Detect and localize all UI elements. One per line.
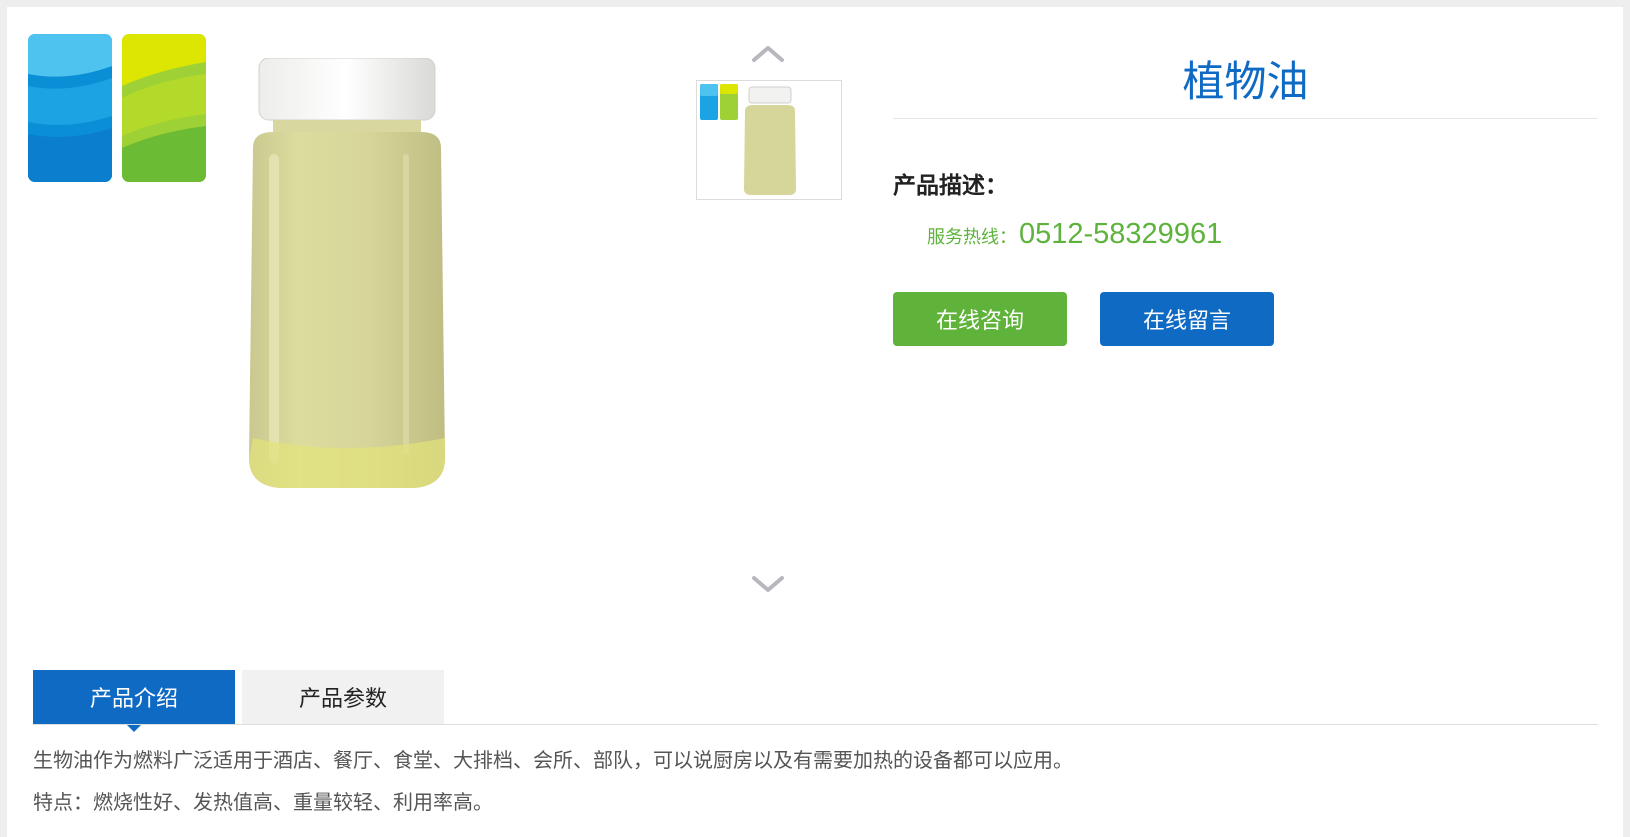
online-message-button[interactable]: 在线留言 [1100, 292, 1274, 346]
hotline-label: 服务热线： [927, 227, 1017, 248]
product-title: 植物油 [1182, 57, 1309, 106]
hotline-number[interactable]: 0512-58329961 [1019, 218, 1222, 250]
intro-paragraph: 生物油作为燃料广泛适用于酒店、餐厅、食堂、大排档、会所、部队，可以说厨房以及有需… [33, 748, 1073, 772]
thumbnail-image [700, 84, 796, 195]
chevron-down-icon[interactable] [746, 570, 790, 600]
online-consult-button[interactable]: 在线咨询 [893, 292, 1067, 346]
features-paragraph: 特点：燃烧性好、发热值高、重量较轻、利用率高。 [33, 790, 493, 814]
service-hotline: 服务热线：0512-58329961 [927, 218, 1222, 251]
tab-product-params[interactable]: 产品参数 [242, 670, 444, 724]
tab-divider [33, 724, 1598, 725]
product-thumbnail[interactable] [696, 80, 842, 200]
product-description-label: 产品描述： [893, 173, 1008, 199]
title-divider [893, 118, 1598, 119]
oil-bottle-image [249, 58, 445, 488]
product-intro-content: 生物油作为燃料广泛适用于酒店、餐厅、食堂、大排档、会所、部队，可以说厨房以及有需… [33, 748, 1598, 832]
company-logo [28, 34, 206, 182]
tab-product-intro[interactable]: 产品介绍 [33, 670, 235, 732]
chevron-up-icon[interactable] [746, 38, 790, 68]
